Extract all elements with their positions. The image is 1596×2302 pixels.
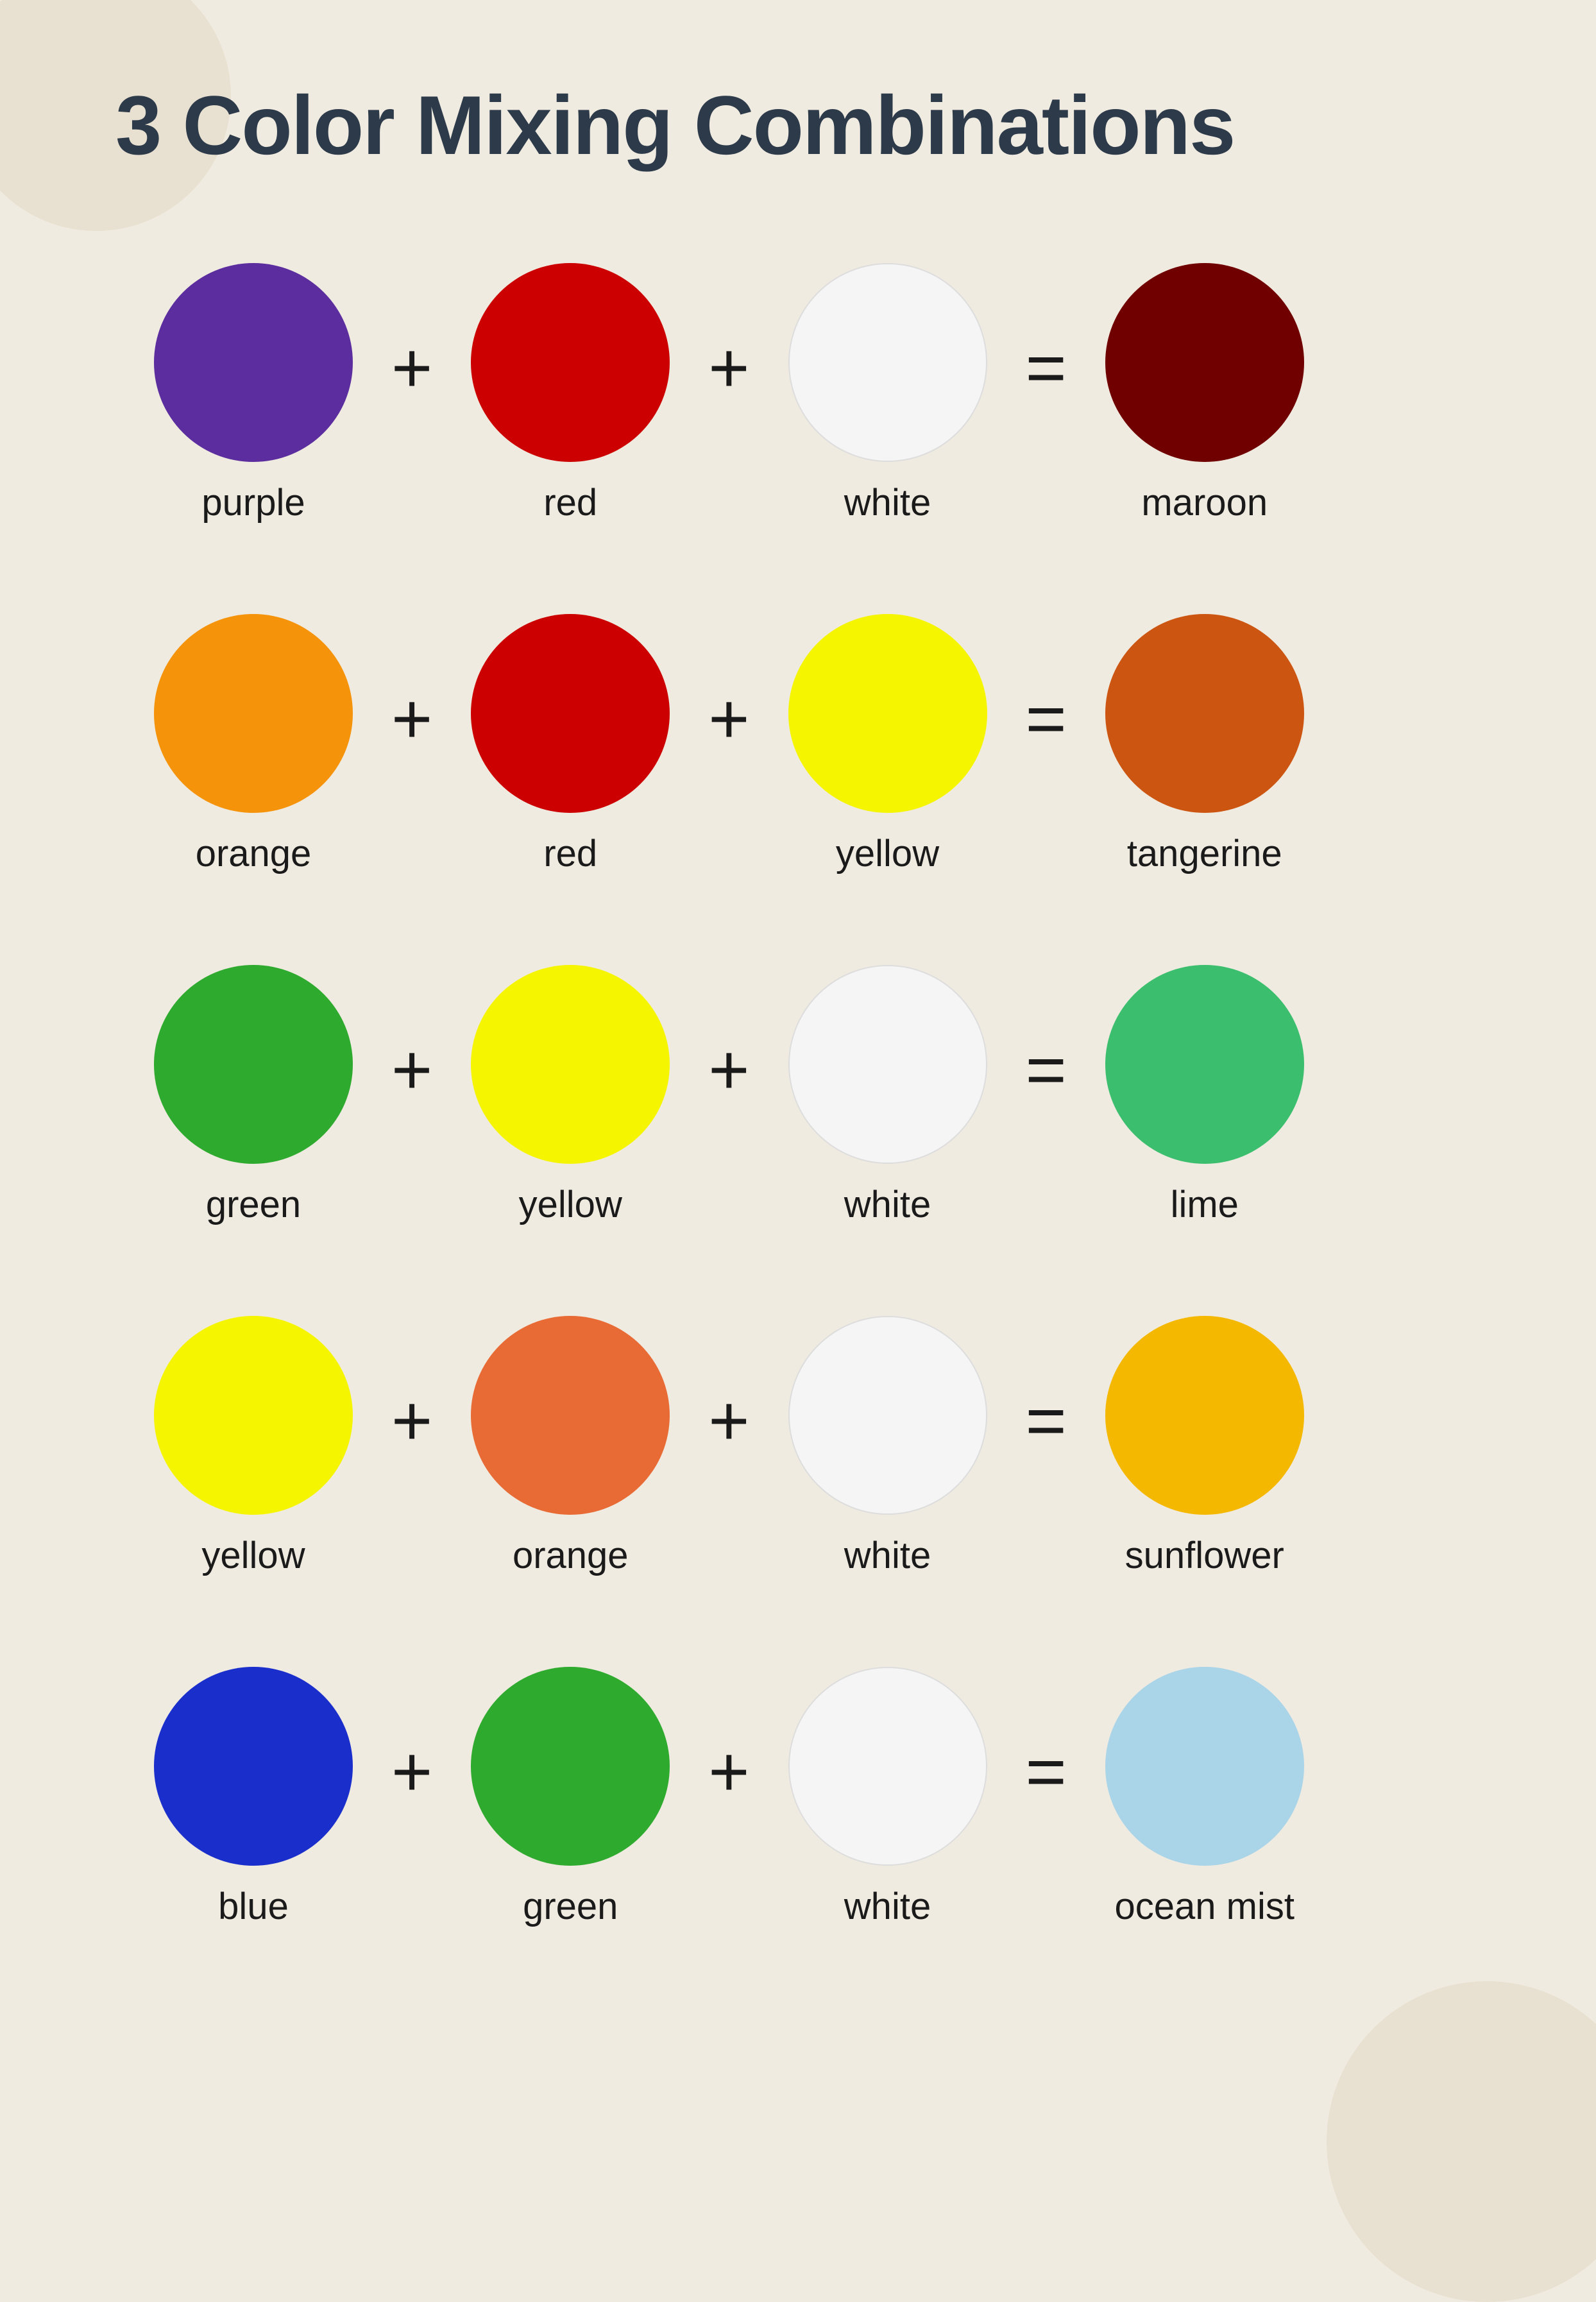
color-circle-blue [154, 1667, 353, 1866]
result-label-sunflower: sunflower [1125, 1534, 1284, 1577]
plus-operator: + [708, 684, 749, 755]
result-item-3: lime [1105, 965, 1304, 1226]
color-label-yellow: yellow [519, 1183, 622, 1226]
color-circle-white [788, 965, 987, 1164]
color-circle-yellow [471, 965, 670, 1164]
color-circle-white [788, 1316, 987, 1515]
color-item-5-2: white [788, 1667, 987, 1928]
page-content: 3 Color Mixing Combinations purple + red + w… [0, 0, 1596, 2031]
color-circle-red [471, 263, 670, 462]
color-item-4-2: white [788, 1316, 987, 1577]
color-circle-yellow [154, 1316, 353, 1515]
plus-operator: + [708, 1737, 749, 1807]
color-item-3-1: yellow [471, 965, 670, 1226]
color-label-white: white [844, 1534, 931, 1577]
combination-row-1: purple + red + white = maroon [115, 237, 1481, 550]
equals-operator: = [1026, 1737, 1067, 1807]
color-label-red: red [543, 832, 597, 875]
result-circle-sunflower [1105, 1316, 1304, 1515]
color-label-purple: purple [201, 481, 305, 524]
plus-operator: + [708, 1035, 749, 1105]
color-label-white: white [844, 481, 931, 524]
color-label-orange: orange [513, 1534, 629, 1577]
equals-operator: = [1026, 684, 1067, 755]
combinations-container: purple+red+white=maroonorange+red+yellow… [115, 237, 1481, 1954]
result-label-ocean mist: ocean mist [1115, 1885, 1295, 1928]
color-label-yellow: yellow [201, 1534, 305, 1577]
plus-operator: + [708, 333, 749, 404]
result-circle-maroon [1105, 263, 1304, 462]
color-label-green: green [206, 1183, 301, 1226]
color-item-5-0: blue [154, 1667, 353, 1928]
color-label-green: green [523, 1885, 618, 1928]
color-label-blue: blue [218, 1885, 289, 1928]
result-item-5: ocean mist [1105, 1667, 1304, 1928]
plus-operator: + [391, 333, 432, 404]
color-item-5-1: green [471, 1667, 670, 1928]
color-item-2-1: red [471, 614, 670, 875]
result-circle-lime [1105, 965, 1304, 1164]
page-title: 3 Color Mixing Combinations [115, 77, 1481, 173]
color-circle-purple [154, 263, 353, 462]
result-item-4: sunflower [1105, 1316, 1304, 1577]
color-item-2-2: yellow [788, 614, 987, 875]
plus-operator: + [391, 684, 432, 755]
color-item-3-0: green [154, 965, 353, 1226]
color-circle-yellow [788, 614, 987, 813]
color-label-white: white [844, 1183, 931, 1226]
result-circle-ocean mist [1105, 1667, 1304, 1866]
color-label-yellow: yellow [836, 832, 939, 875]
color-circle-red [471, 614, 670, 813]
result-label-maroon: maroon [1141, 481, 1268, 524]
plus-operator: + [708, 1386, 749, 1456]
color-circle-orange [471, 1316, 670, 1515]
color-item-1-1: red [471, 263, 670, 524]
color-circle-white [788, 263, 987, 462]
plus-operator: + [391, 1386, 432, 1456]
result-circle-tangerine [1105, 614, 1304, 813]
color-circle-orange [154, 614, 353, 813]
color-item-4-1: orange [471, 1316, 670, 1577]
color-item-1-2: white [788, 263, 987, 524]
plus-operator: + [391, 1737, 432, 1807]
result-label-tangerine: tangerine [1127, 832, 1282, 875]
color-item-3-2: white [788, 965, 987, 1226]
color-item-4-0: yellow [154, 1316, 353, 1577]
color-item-2-0: orange [154, 614, 353, 875]
color-label-orange: orange [196, 832, 312, 875]
color-label-white: white [844, 1885, 931, 1928]
equals-operator: = [1026, 1035, 1067, 1105]
combination-row-4: yellow + orange + white = sunflower [115, 1290, 1481, 1603]
result-item-2: tangerine [1105, 614, 1304, 875]
color-item-1-0: purple [154, 263, 353, 524]
plus-operator: + [391, 1035, 432, 1105]
color-circle-white [788, 1667, 987, 1866]
result-label-lime: lime [1171, 1183, 1239, 1226]
color-circle-green [471, 1667, 670, 1866]
combination-row-5: blue + green + white = ocean mist [115, 1641, 1481, 1954]
combination-row-3: green + yellow + white = lime [115, 939, 1481, 1252]
color-circle-green [154, 965, 353, 1164]
equals-operator: = [1026, 1386, 1067, 1456]
equals-operator: = [1026, 333, 1067, 404]
result-item-1: maroon [1105, 263, 1304, 524]
combination-row-2: orange + red + yellow = tangerine [115, 588, 1481, 901]
color-label-red: red [543, 481, 597, 524]
